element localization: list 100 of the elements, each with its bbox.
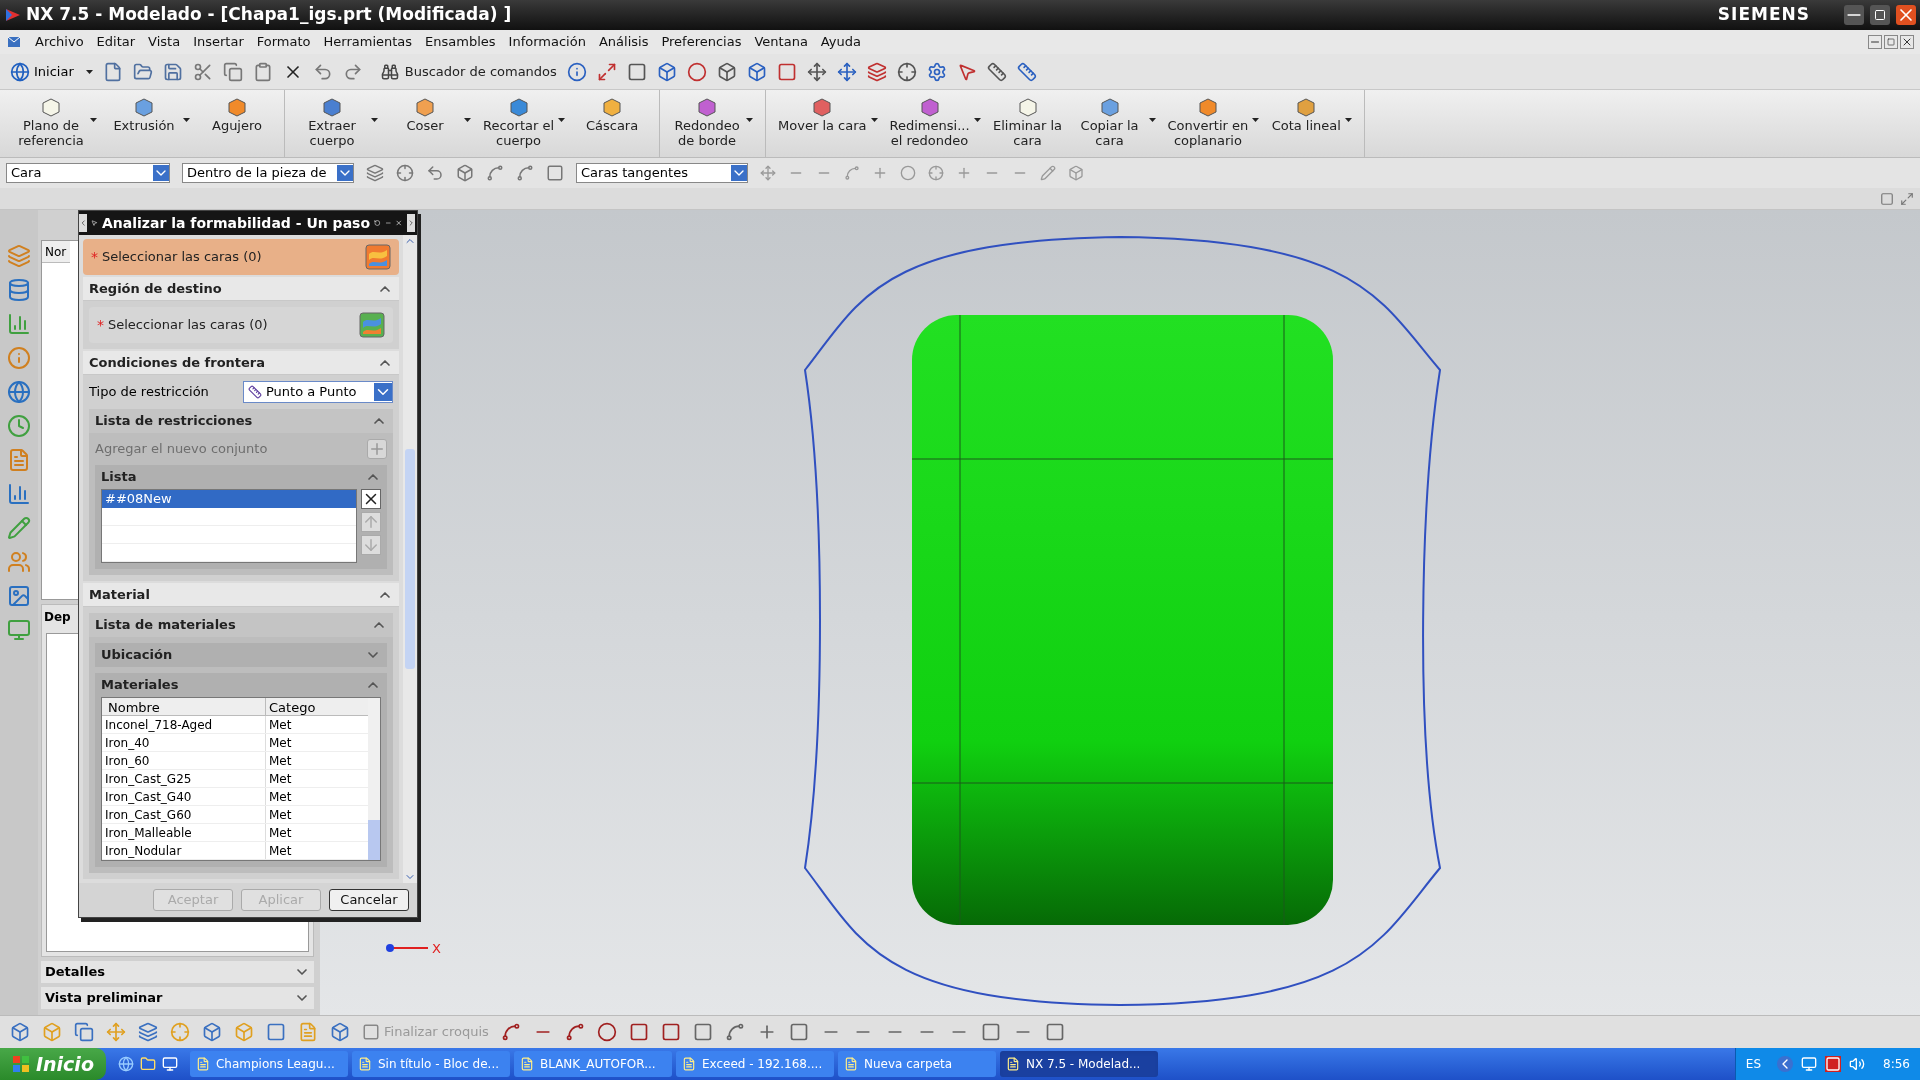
sketch-tool-icon[interactable] bbox=[660, 1022, 681, 1042]
list-row[interactable]: ##08New bbox=[102, 490, 356, 508]
menu-item[interactable]: Archivo bbox=[35, 32, 84, 52]
desktop-icon[interactable] bbox=[161, 1056, 178, 1072]
chevron-left-icon[interactable] bbox=[79, 214, 88, 232]
taskbar-button[interactable]: NX 7.5 - Modelad... bbox=[999, 1051, 1158, 1077]
menu-item[interactable]: Vista bbox=[148, 32, 181, 52]
ribbon-button[interactable]: Redimensi... el redondeo bbox=[889, 96, 970, 148]
caret-icon[interactable] bbox=[973, 118, 981, 122]
section-header[interactable]: Material bbox=[83, 583, 399, 607]
menu-item[interactable]: Preferencias bbox=[661, 32, 742, 52]
resource-tab-icon[interactable] bbox=[7, 550, 31, 574]
minimize-icon[interactable] bbox=[1868, 35, 1882, 49]
caret-icon[interactable] bbox=[1252, 118, 1260, 122]
menu-item[interactable]: Ayuda bbox=[820, 32, 861, 52]
menu-item[interactable]: Herramientas bbox=[323, 32, 413, 52]
resource-tab-icon[interactable] bbox=[7, 482, 31, 506]
selection-tool-icon[interactable] bbox=[456, 164, 474, 182]
taskbar-button[interactable]: Champions Leagu... bbox=[189, 1051, 348, 1077]
ribbon-button[interactable]: Coser bbox=[390, 96, 460, 133]
sketch-tool-icon[interactable] bbox=[788, 1022, 809, 1042]
close-icon[interactable] bbox=[1900, 35, 1914, 49]
caret-icon[interactable] bbox=[558, 118, 566, 122]
view-tool-icon[interactable] bbox=[986, 61, 1007, 82]
snap-point-icon[interactable] bbox=[1040, 165, 1056, 181]
menu-item[interactable]: Ventana bbox=[754, 32, 808, 52]
ribbon-button[interactable]: Agujero bbox=[202, 96, 272, 133]
viewport-layout-icon[interactable] bbox=[1880, 191, 1894, 206]
view-tool-icon[interactable] bbox=[746, 61, 767, 82]
start-button[interactable]: Inicio bbox=[0, 1048, 106, 1080]
ribbon-button[interactable]: Copiar la cara bbox=[1074, 96, 1145, 148]
scrollbar[interactable] bbox=[368, 698, 380, 860]
menu-item[interactable]: Formato bbox=[256, 32, 311, 52]
feature-tool-icon[interactable] bbox=[74, 1022, 94, 1042]
sketch-tool-icon[interactable] bbox=[500, 1022, 521, 1042]
restore-icon[interactable] bbox=[1870, 5, 1890, 25]
taskbar-button[interactable]: BLANK_AUTOFOR... bbox=[513, 1051, 672, 1077]
resource-tab-icon[interactable] bbox=[7, 346, 31, 370]
menu-item[interactable]: Información bbox=[508, 32, 586, 52]
scrollbar[interactable] bbox=[403, 235, 417, 883]
sketch-tool-icon[interactable] bbox=[628, 1022, 649, 1042]
faces-selection-icon[interactable] bbox=[359, 312, 385, 338]
ribbon-button[interactable]: Cáscara bbox=[577, 96, 648, 133]
view-tool-icon[interactable] bbox=[596, 61, 617, 82]
scrollbar-thumb[interactable] bbox=[368, 820, 380, 860]
menu-item[interactable]: Editar bbox=[96, 32, 136, 52]
ribbon-button[interactable]: Redondeo de borde bbox=[672, 96, 743, 148]
caret-icon[interactable] bbox=[85, 69, 93, 74]
sketch-tool-icon[interactable] bbox=[692, 1022, 713, 1042]
save-icon[interactable] bbox=[162, 61, 183, 82]
section-header[interactable]: Materiales bbox=[95, 673, 387, 697]
volume-icon[interactable] bbox=[1849, 1056, 1866, 1072]
sketch-tool-icon[interactable] bbox=[564, 1022, 585, 1042]
selection-tool-icon[interactable] bbox=[516, 164, 534, 182]
resource-tab-icon[interactable] bbox=[7, 278, 31, 302]
caret-icon[interactable] bbox=[464, 118, 471, 122]
ribbon-button[interactable]: Eliminar la cara bbox=[992, 96, 1063, 148]
column-header[interactable]: Catego bbox=[266, 698, 368, 715]
selection-tool-icon[interactable] bbox=[396, 164, 414, 182]
taskbar-button[interactable]: Exceed - 192.168.... bbox=[675, 1051, 834, 1077]
section-header[interactable]: Lista bbox=[95, 465, 387, 489]
ribbon-button[interactable]: Extrusión bbox=[109, 96, 179, 133]
resource-tab-icon[interactable] bbox=[7, 312, 31, 336]
view-tool-icon[interactable] bbox=[896, 61, 917, 82]
caret-icon[interactable] bbox=[183, 118, 190, 122]
ribbon-button[interactable]: Convertir en coplanario bbox=[1167, 96, 1249, 148]
snap-point-icon[interactable] bbox=[760, 165, 776, 181]
snap-point-icon[interactable] bbox=[844, 165, 860, 181]
section-header[interactable]: Ubicación bbox=[95, 643, 387, 667]
chevron-right-icon[interactable] bbox=[406, 214, 415, 232]
browser-icon[interactable] bbox=[117, 1056, 134, 1072]
sketch-tool-icon[interactable] bbox=[1044, 1022, 1065, 1042]
view-tool-icon[interactable] bbox=[716, 61, 737, 82]
face-rule-dropdown[interactable]: Caras tangentes bbox=[576, 163, 748, 183]
faces-selection-icon[interactable] bbox=[365, 244, 391, 270]
section-header[interactable]: Lista de materiales bbox=[89, 613, 393, 637]
caret-icon[interactable] bbox=[870, 118, 878, 122]
section-header[interactable]: Región de destino bbox=[83, 277, 399, 301]
sketch-tool-icon[interactable] bbox=[724, 1022, 745, 1042]
resource-tab-icon[interactable] bbox=[7, 584, 31, 608]
resource-tab-icon[interactable] bbox=[7, 414, 31, 438]
selection-row[interactable]: * Seleccionar las caras (0) bbox=[83, 239, 399, 275]
minimize-icon[interactable] bbox=[1844, 5, 1864, 25]
show-hidden-icons-icon[interactable] bbox=[1777, 1056, 1794, 1072]
feature-tool-icon[interactable] bbox=[266, 1022, 286, 1042]
view-tool-icon[interactable] bbox=[926, 61, 947, 82]
view-tool-icon[interactable] bbox=[566, 61, 587, 82]
command-finder-button[interactable]: Buscador de comandos bbox=[380, 61, 557, 82]
resource-tab-icon[interactable] bbox=[7, 244, 31, 268]
ribbon-button[interactable]: Extraer cuerpo bbox=[297, 96, 367, 148]
view-tool-icon[interactable] bbox=[836, 61, 857, 82]
folder-icon[interactable] bbox=[139, 1056, 156, 1072]
dialog-button[interactable]: Cancelar bbox=[329, 889, 409, 911]
taskbar-button[interactable]: Nueva carpeta bbox=[837, 1051, 996, 1077]
view-tool-icon[interactable] bbox=[626, 61, 647, 82]
close-icon[interactable] bbox=[1896, 5, 1916, 25]
selection-tool-icon[interactable] bbox=[546, 164, 564, 182]
snap-point-icon[interactable] bbox=[928, 165, 944, 181]
view-tool-icon[interactable] bbox=[806, 61, 827, 82]
scrollbar-thumb[interactable] bbox=[405, 449, 415, 669]
